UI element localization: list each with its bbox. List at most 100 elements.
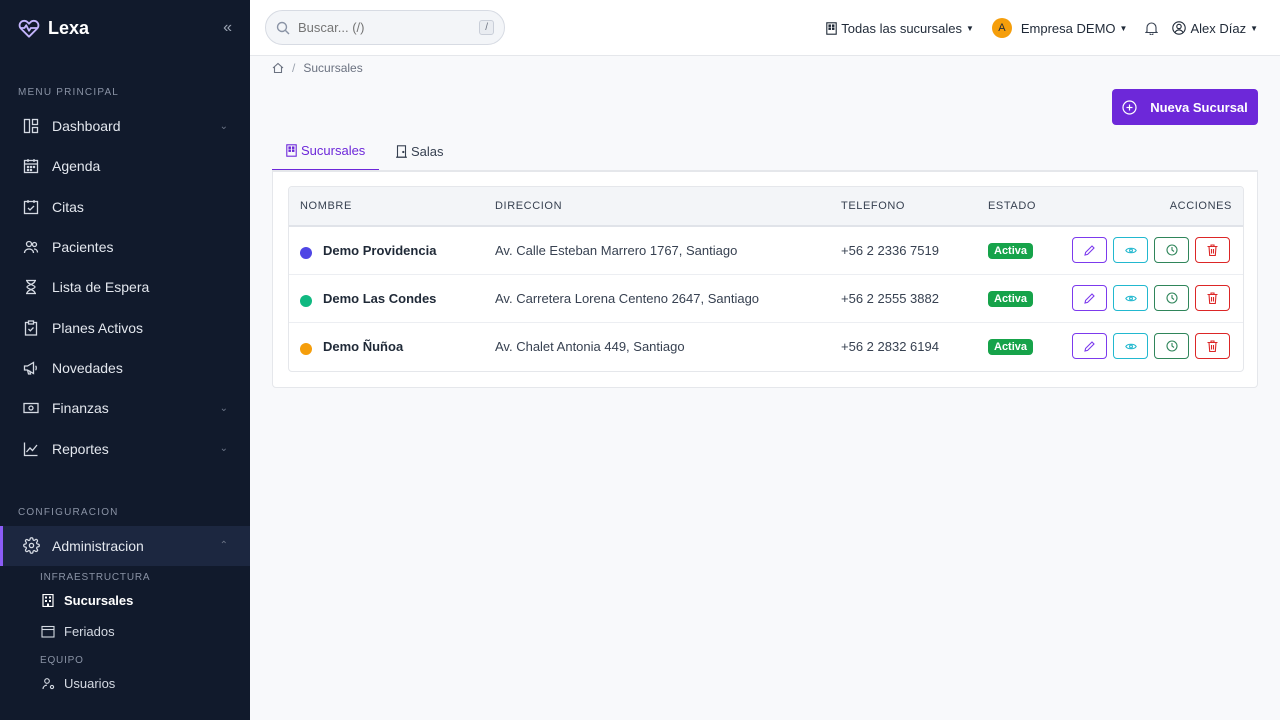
sidebar-item-administracion[interactable]: Administracion ⌃ [0,525,250,567]
home-icon[interactable] [272,62,284,74]
delete-button[interactable] [1195,285,1230,311]
sidebar-item-citas[interactable]: Citas [0,187,250,227]
branch-color-dot [300,295,312,307]
clock-icon [1165,292,1178,304]
edit-button[interactable] [1072,237,1107,263]
dashboard-icon [22,117,40,135]
user-circle-icon [1172,21,1187,35]
heartbeat-logo-icon [18,17,40,39]
topbar-right: Todas las sucursales ▼ A Empresa DEMO ▼ … [826,0,1258,56]
sidebar-item-planes-activos[interactable]: Planes Activos [0,307,250,347]
calendar-icon [22,157,40,175]
topbar: / Todas las sucursales ▼ A Empresa DEMO … [250,0,1280,56]
view-button[interactable] [1113,237,1148,263]
search-input[interactable] [298,20,468,35]
cash-icon [22,399,40,417]
company-avatar: A [991,18,1012,38]
sidebar-item-label: Pacientes [52,239,114,256]
search-shortcut-key: / [479,20,494,35]
sidebar-item-label: Lista de Espera [52,279,150,296]
new-branch-button[interactable]: Nueva Sucursal [1112,89,1258,125]
search-box[interactable]: / [265,10,505,45]
users-icon [22,238,40,256]
user-menu[interactable]: Alex Díaz ▼ [1172,21,1258,36]
sidebar-item-reportes[interactable]: Reportes ⌄ [0,428,250,468]
edit-button[interactable] [1072,285,1107,311]
user-gear-icon [40,677,56,690]
column-header-phone: TELEFONO [841,200,906,212]
chevron-down-icon: ⌄ [219,120,228,132]
eye-icon [1124,342,1137,351]
tab-salas[interactable]: Salas [382,132,458,171]
schedule-button[interactable] [1154,333,1189,359]
sidebar-item-label: Agenda [52,158,101,175]
company-selector[interactable]: A Empresa DEMO ▼ [991,18,1127,38]
column-header-actions: ACCIONES [1169,200,1232,212]
branch-color-dot [300,247,312,259]
gear-icon [22,537,40,555]
sidebar-item-label: Finanzas [52,400,109,417]
branch-selector[interactable]: Todas las sucursales ▼ [826,21,974,36]
clipboard-check-icon [22,319,40,337]
status-badge: Activa [988,339,1034,355]
tabs: Sucursales Salas [272,132,1258,171]
trash-icon [1207,244,1218,256]
branches-table: NOMBRE DIRECCION TELEFONO ESTADO ACCIONE… [288,186,1244,372]
user-name: Alex Díaz [1190,20,1247,36]
chart-line-icon [22,440,40,458]
sidebar-item-label: Administracion [52,537,144,554]
chevron-down-icon: ⌄ [219,443,228,455]
building-icon [826,21,838,35]
building-icon [40,593,56,607]
caret-down-icon: ▼ [965,23,974,33]
eye-icon [1124,294,1137,303]
delete-button[interactable] [1195,333,1230,359]
sidebar-subitem-sucursales[interactable]: Sucursales [0,585,250,616]
sidebar: Lexa « MENU PRINCIPAL Dashboard ⌄ Agenda… [0,0,250,720]
collapse-sidebar-icon[interactable]: « [223,19,232,37]
subsection-title-infra: INFRAESTRUCTURA [40,571,151,583]
sidebar-item-pacientes[interactable]: Pacientes [0,227,250,267]
bell-icon[interactable] [1145,21,1159,35]
tab-sucursales[interactable]: Sucursales [272,132,380,171]
branch-name: Demo Las Condes [323,291,437,306]
sidebar-subitem-feriados[interactable]: Feriados [0,616,250,647]
trash-icon [1207,340,1218,352]
sidebar-item-agenda[interactable]: Agenda [0,146,250,186]
sidebar-item-label: Reportes [52,440,109,457]
door-icon [396,145,407,158]
sidebar-item-label: Novedades [52,359,123,376]
chevron-down-icon: ⌄ [219,402,228,414]
sidebar-item-finanzas[interactable]: Finanzas ⌄ [0,388,250,428]
table-header: NOMBRE DIRECCION TELEFONO ESTADO ACCIONE… [289,187,1243,227]
building-icon [286,144,297,157]
branch-phone: +56 2 2336 7519 [841,243,939,258]
sidebar-item-novedades[interactable]: Novedades [0,348,250,388]
branch-name: Demo Providencia [323,243,437,258]
delete-button[interactable] [1195,237,1230,263]
row-actions [1072,285,1230,311]
edit-button[interactable] [1072,333,1107,359]
section-title-config: CONFIGURACION [18,506,119,518]
hourglass-icon [22,278,40,296]
status-badge: Activa [988,291,1034,307]
view-button[interactable] [1113,333,1148,359]
schedule-button[interactable] [1154,285,1189,311]
schedule-button[interactable] [1154,237,1189,263]
branch-address: Av. Chalet Antonia 449, Santiago [495,339,685,354]
breadcrumb: / Sucursales [272,61,363,75]
sidebar-subitem-usuarios[interactable]: Usuarios [0,668,250,699]
trash-icon [1207,292,1218,304]
view-button[interactable] [1113,285,1148,311]
sidebar-item-dashboard[interactable]: Dashboard ⌄ [0,106,250,146]
status-badge: Activa [988,243,1034,259]
branch-phone: +56 2 2555 3882 [841,291,939,306]
branch-address: Av. Calle Esteban Marrero 1767, Santiago [495,243,738,258]
row-actions [1072,333,1230,359]
pencil-icon [1084,244,1095,256]
branch-phone: +56 2 2832 6194 [841,339,939,354]
branch-address: Av. Carretera Lorena Centeno 2647, Santi… [495,291,760,306]
sidebar-subitem-label: Usuarios [64,675,116,691]
app-name: Lexa [48,17,90,38]
sidebar-item-lista-espera[interactable]: Lista de Espera [0,267,250,307]
